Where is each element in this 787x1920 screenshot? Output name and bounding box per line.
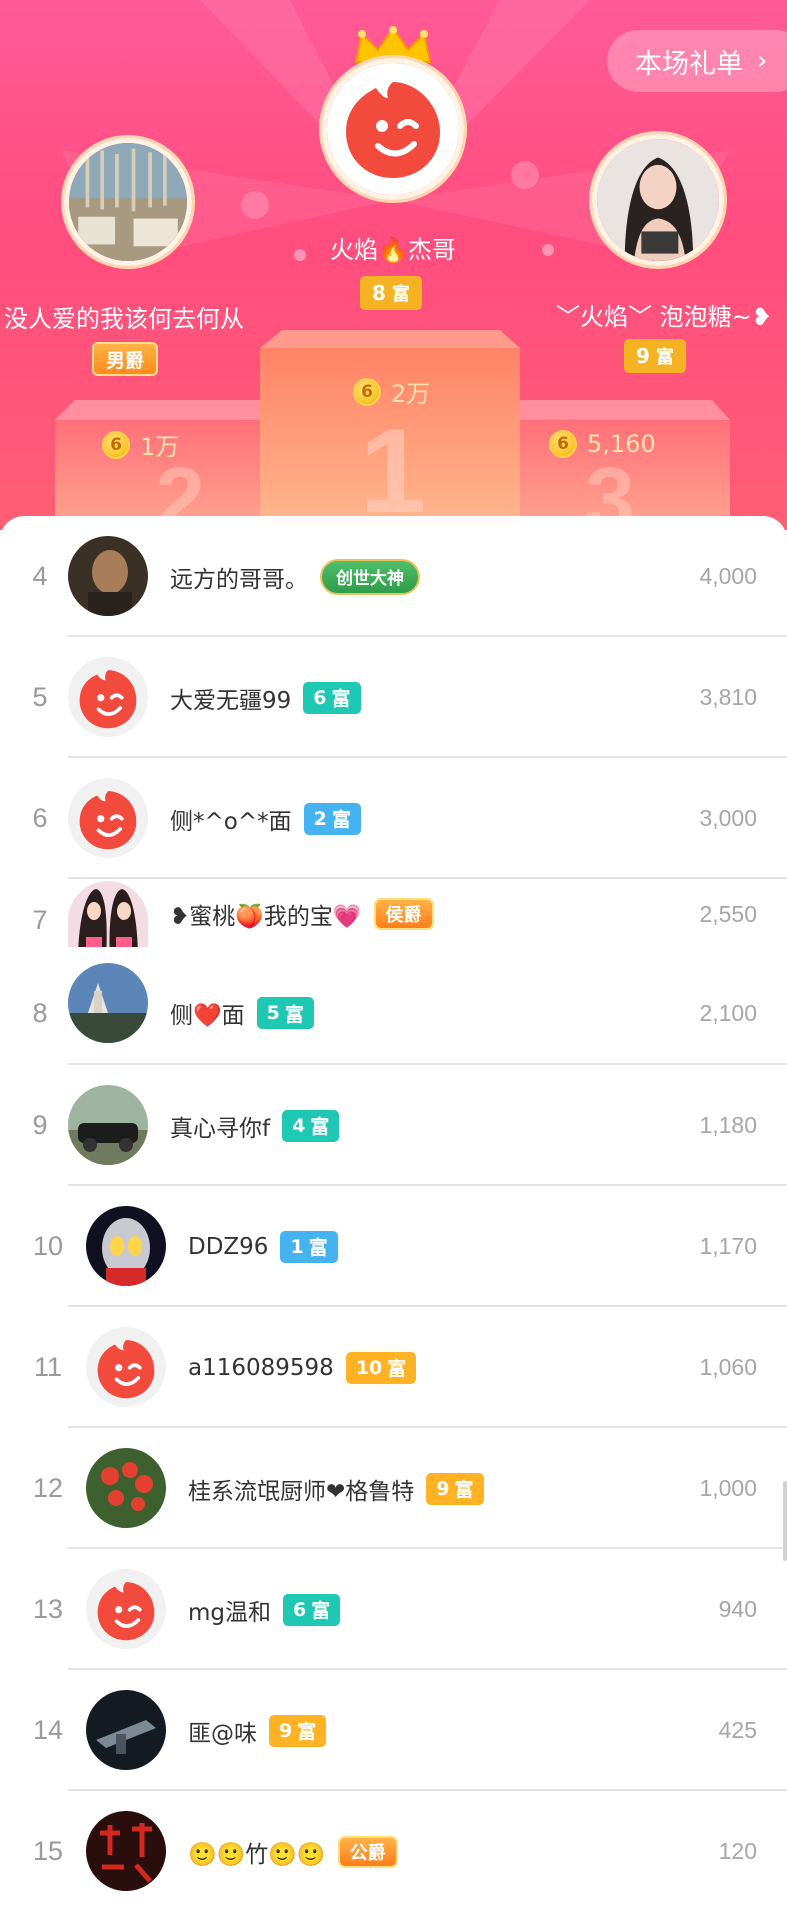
- user-name: 🙂🙂竹🙂🙂: [188, 1841, 326, 1868]
- user-avatar[interactable]: [68, 1085, 148, 1165]
- svg-text:1: 1: [360, 404, 427, 530]
- user-name: 远方的哥哥。: [170, 566, 308, 593]
- user-avatar[interactable]: [86, 1327, 166, 1407]
- coin-icon: 6: [549, 430, 577, 458]
- second-place-amount: 6 1万: [102, 427, 179, 462]
- user-name: mg温和: [188, 1599, 272, 1626]
- user-name: 真心寻你f: [170, 1115, 271, 1142]
- coin-icon: 6: [102, 430, 130, 459]
- rank-number: 12: [32, 1473, 64, 1503]
- rich-level-badge: 1富: [280, 1230, 338, 1263]
- user-name: 桂系流氓厨师❤格鲁特: [188, 1478, 415, 1505]
- user-avatar[interactable]: [68, 536, 148, 616]
- rich-level-badge: 10 富: [345, 1351, 417, 1384]
- default-avatar-icon: [97, 1582, 155, 1641]
- first-place-amount: 6 2万: [353, 374, 430, 409]
- gift-value: 1,180: [699, 1112, 757, 1138]
- chevron-right-icon: ›: [757, 46, 768, 76]
- gift-value: 425: [718, 1717, 757, 1743]
- rich-level-badge: 2富: [303, 802, 361, 835]
- user-name: ❥蜜桃🍑我的宝💗: [170, 904, 362, 930]
- list-item[interactable]: 9 真心寻你f 4富 1,180: [0, 1065, 787, 1186]
- default-avatar-icon: [97, 1340, 155, 1399]
- list-item[interactable]: 13 mg温和 6富 940: [0, 1549, 787, 1670]
- default-avatar-icon: [79, 791, 137, 850]
- user-avatar[interactable]: [86, 1206, 166, 1286]
- first-place-rich-badge: 8 富: [360, 276, 422, 310]
- user-name: 侧*^o^*面: [170, 808, 292, 835]
- list-item[interactable]: 14 匪@味 9富 425: [0, 1670, 787, 1791]
- list-item[interactable]: 7 ❥蜜桃🍑我的宝💗 侯爵 2,550: [0, 879, 787, 961]
- user-name: 大爱无疆99: [170, 687, 292, 714]
- rank-number: 8: [32, 997, 48, 1028]
- avatar-photo: [597, 139, 719, 261]
- list-item[interactable]: 8 侧❤️面 5富 2,100: [0, 961, 787, 1065]
- ranking-list: 4 远方的哥哥。 创世大神 4,000 5 大爱无疆99 6富 3,810 6 …: [0, 516, 787, 1920]
- gift-value: 4,000: [699, 563, 757, 589]
- rich-level-badge: 9富: [426, 1472, 484, 1505]
- gift-value: 3,000: [699, 805, 757, 831]
- list-item[interactable]: 6 侧*^o^*面 2富 3,000: [0, 758, 787, 879]
- podium-header: 1 2 3 本场礼单 › 火焰🔥杰哥 8 富 6 2万 没人爱的我该何去何从 男…: [0, 0, 787, 530]
- user-name: a116089598: [188, 1354, 334, 1381]
- rank-number: 15: [32, 1836, 64, 1866]
- user-name: 侧❤️面: [170, 1003, 245, 1029]
- third-place-amount: 6 5,160: [549, 430, 656, 458]
- second-place-name: 没人爱的我该何去何从: [4, 305, 244, 333]
- gift-value: 3,810: [699, 684, 757, 710]
- third-place-rich-badge: 9 富: [624, 339, 686, 373]
- list-item[interactable]: 11 a116089598 10 富 1,060: [0, 1307, 787, 1428]
- rich-level-badge: 6富: [303, 681, 361, 714]
- user-avatar[interactable]: [86, 1811, 166, 1891]
- list-item[interactable]: 12 桂系流氓厨师❤格鲁特 9富 1,000: [0, 1428, 787, 1549]
- user-avatar[interactable]: [86, 1448, 166, 1528]
- scrollbar[interactable]: [783, 1481, 787, 1561]
- user-name: 匪@味: [188, 1720, 257, 1747]
- rank-number: 10: [32, 1231, 64, 1261]
- default-avatar-icon: [79, 670, 137, 729]
- rank-number: 11: [33, 1352, 63, 1382]
- rich-level-badge: 6富: [283, 1593, 341, 1626]
- user-avatar[interactable]: [68, 778, 148, 858]
- rank-number: 14: [32, 1715, 64, 1745]
- gift-value: 2,100: [699, 999, 757, 1026]
- first-place-avatar[interactable]: [322, 58, 464, 200]
- user-avatar[interactable]: [86, 1690, 166, 1770]
- gift-value: 1,000: [699, 1475, 757, 1501]
- rank-number: 13: [32, 1594, 64, 1624]
- third-place-avatar[interactable]: [592, 134, 724, 266]
- user-avatar[interactable]: [68, 657, 148, 737]
- third-place-name: ﹀火焰﹀ 泡泡糖~❥: [556, 303, 772, 331]
- gift-value: 2,550: [699, 900, 757, 927]
- user-avatar[interactable]: [68, 963, 148, 1043]
- second-place-noble-badge: 男爵: [92, 342, 159, 376]
- gift-list-button[interactable]: 本场礼单 ›: [607, 30, 787, 92]
- noble-badge: 公爵: [337, 1835, 398, 1868]
- rich-level-badge: 4富: [282, 1109, 340, 1142]
- list-item[interactable]: 4 远方的哥哥。 创世大神 4,000: [0, 516, 787, 637]
- user-avatar[interactable]: [86, 1569, 166, 1649]
- rich-level-badge: 9富: [269, 1714, 327, 1747]
- gift-list-label: 本场礼单: [635, 48, 743, 80]
- gift-value: 120: [718, 1838, 757, 1864]
- avatar-photo: [69, 143, 187, 261]
- noble-badge: 侯爵: [373, 898, 434, 930]
- default-avatar-icon: [346, 82, 440, 178]
- gift-value: 1,170: [699, 1233, 757, 1259]
- gift-value: 940: [718, 1596, 757, 1622]
- user-avatar[interactable]: [68, 881, 148, 947]
- list-item[interactable]: 10 DDZ96 1富 1,170: [0, 1186, 787, 1307]
- god-badge: 创世大神: [320, 558, 420, 595]
- rich-level-badge: 5富: [256, 997, 314, 1029]
- second-place-avatar[interactable]: [64, 138, 192, 266]
- list-item[interactable]: 5 大爱无疆99 6富 3,810: [0, 637, 787, 758]
- user-name: DDZ96: [188, 1233, 269, 1260]
- first-place-name: 火焰🔥杰哥: [330, 236, 456, 264]
- gift-value: 1,060: [699, 1354, 757, 1380]
- coin-icon: 6: [353, 377, 381, 406]
- list-item[interactable]: 15 🙂🙂竹🙂🙂 公爵 120: [0, 1791, 787, 1912]
